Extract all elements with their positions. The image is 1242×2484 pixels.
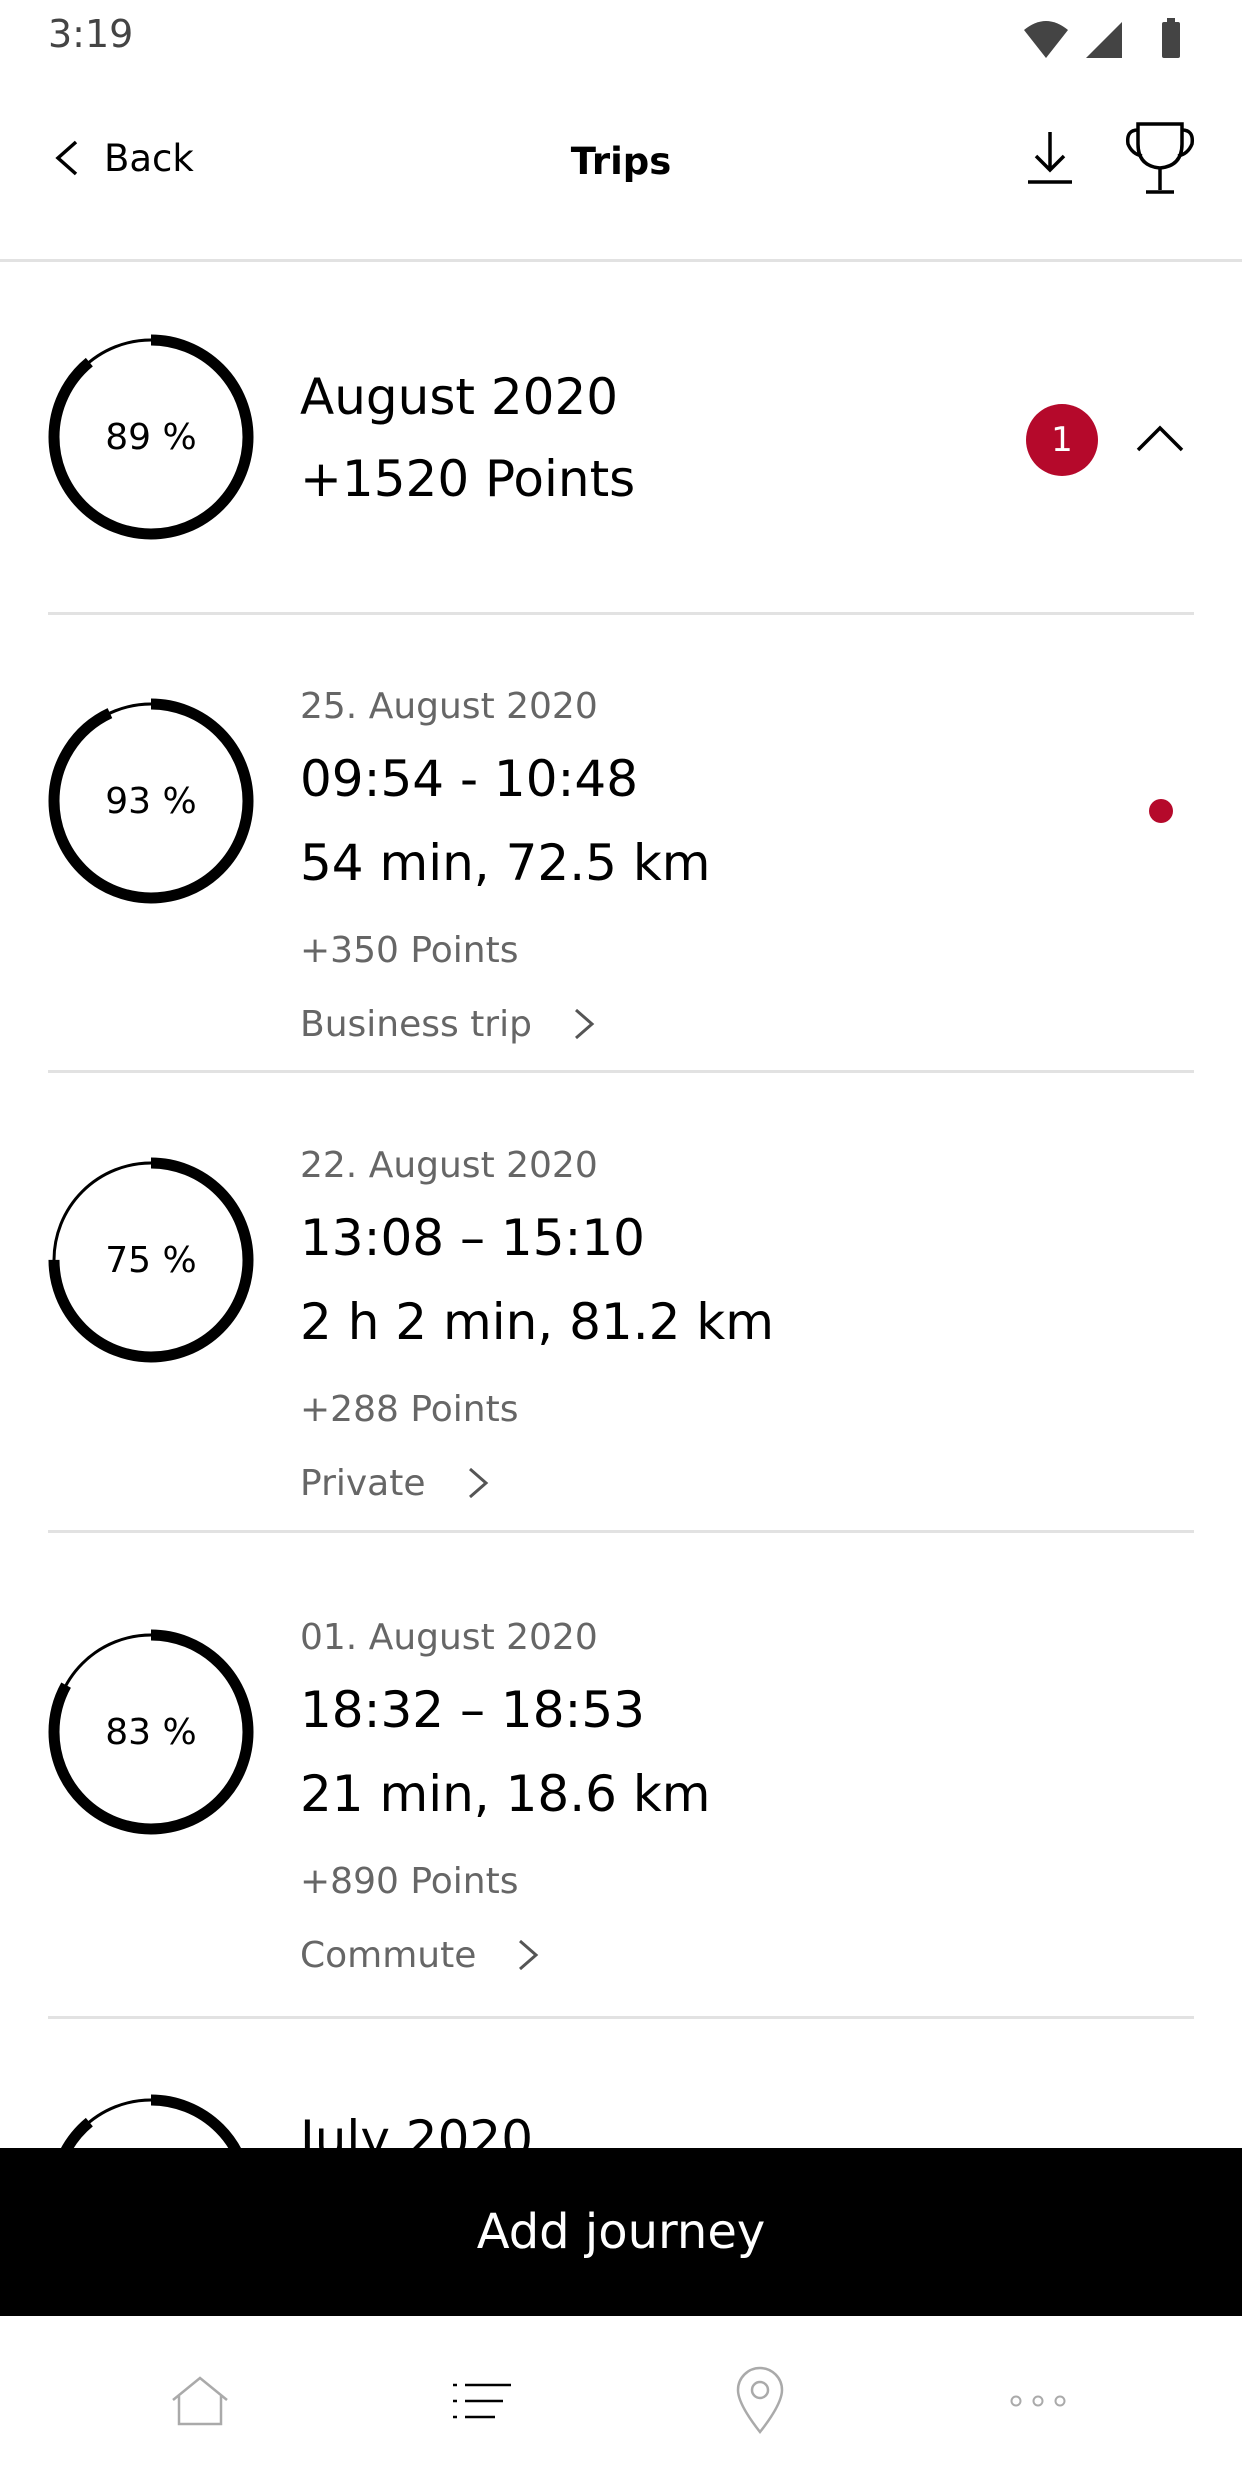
trip-category-link[interactable]: Business trip	[300, 998, 596, 1050]
trip-points: +350 Points	[300, 930, 519, 971]
trip-duration-distance: 54 min, 72.5 km	[300, 834, 711, 892]
tab-home[interactable]	[150, 2356, 250, 2446]
divider	[48, 2016, 1194, 2019]
trip-time-range: 13:08 – 15:10	[300, 1209, 645, 1267]
trip-category-label: Commute	[300, 1934, 477, 1976]
next-month-score-ring	[46, 2092, 256, 2150]
location-pin-icon	[736, 2366, 784, 2435]
trip-category-label: Business trip	[300, 1003, 532, 1045]
trip-time-range: 09:54 - 10:48	[300, 750, 639, 808]
month-group-header[interactable]: 89 % August 2020 +1520 Points 1	[0, 300, 1242, 610]
notification-badge: 1	[1026, 404, 1098, 476]
trip-item[interactable]: 93 % 25. August 2020 09:54 - 10:48 54 mi…	[0, 634, 1242, 1090]
trip-item[interactable]: 75 % 22. August 2020 13:08 – 15:10 2 h 2…	[0, 1093, 1242, 1549]
trip-score-label: 75 %	[105, 1239, 197, 1281]
status-bar: 3:19	[0, 0, 1242, 72]
month-points: +1520 Points	[300, 450, 636, 508]
trip-duration-distance: 2 h 2 min, 81.2 km	[300, 1293, 774, 1351]
trip-item[interactable]: 83 % 01. August 2020 18:32 – 18:53 21 mi…	[0, 1565, 1242, 2021]
tab-map[interactable]	[710, 2356, 810, 2446]
trip-points: +288 Points	[300, 1389, 519, 1430]
list-icon	[453, 2383, 511, 2419]
trip-score-label: 83 %	[105, 1711, 197, 1753]
top-nav-bar: Back Trips	[0, 90, 1242, 262]
wifi-icon	[1024, 21, 1068, 58]
trip-category-label: Private	[300, 1462, 426, 1504]
divider	[48, 1530, 1194, 1533]
trip-category-link[interactable]: Commute	[300, 1929, 540, 1981]
status-time: 3:19	[48, 12, 134, 56]
trip-score-ring: 83 %	[46, 1627, 256, 1837]
divider	[48, 1070, 1194, 1073]
next-month-group-header[interactable]: July 2020	[0, 2020, 1242, 2150]
tab-trips[interactable]	[432, 2356, 532, 2446]
month-score-ring: 89 %	[46, 332, 256, 542]
more-icon	[1010, 2395, 1066, 2407]
system-icons	[1024, 18, 1180, 58]
trip-category-link[interactable]: Private	[300, 1457, 490, 1509]
divider	[48, 612, 1194, 615]
trip-score-ring: 93 %	[46, 696, 256, 906]
trip-time-range: 18:32 – 18:53	[300, 1681, 645, 1739]
month-score-label: 89 %	[105, 416, 197, 458]
trip-date: 22. August 2020	[300, 1145, 598, 1186]
chevron-up-icon[interactable]	[1134, 418, 1186, 458]
month-title: August 2020	[300, 368, 619, 426]
trip-score-ring: 75 %	[46, 1155, 256, 1365]
chevron-right-icon	[574, 1008, 595, 1040]
trip-date: 01. August 2020	[300, 1617, 598, 1658]
trip-date: 25. August 2020	[300, 686, 598, 727]
trip-points: +890 Points	[300, 1861, 519, 1902]
bottom-tab-bar	[0, 2316, 1242, 2484]
add-journey-button[interactable]: Add journey	[0, 2148, 1242, 2316]
chevron-right-icon	[468, 1467, 488, 1499]
trophy-icon[interactable]	[1124, 118, 1196, 198]
cellular-signal-icon	[1086, 22, 1122, 58]
tab-more[interactable]	[988, 2356, 1088, 2446]
home-icon	[172, 2376, 228, 2426]
trip-duration-distance: 21 min, 18.6 km	[300, 1765, 711, 1823]
next-month-title: July 2020	[300, 2110, 534, 2150]
chevron-right-icon	[519, 1939, 539, 1971]
unread-indicator-dot	[1149, 799, 1173, 823]
battery-icon	[1162, 22, 1180, 58]
trip-score-label: 93 %	[105, 780, 197, 822]
download-icon[interactable]	[1022, 126, 1078, 190]
